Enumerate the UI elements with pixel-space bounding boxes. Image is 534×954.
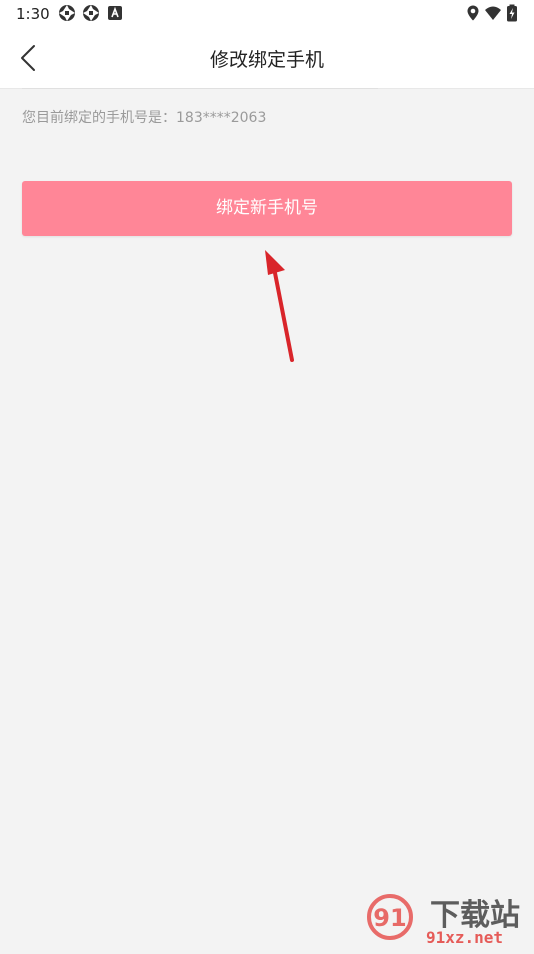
status-bar: 1:30	[0, 0, 534, 28]
annotation-arrow	[265, 250, 294, 362]
svg-text:91: 91	[373, 904, 406, 932]
aperture-icon	[59, 5, 75, 21]
battery-charging-icon	[507, 4, 517, 22]
watermark-url: 91xz.net	[426, 928, 504, 947]
status-time: 1:30	[16, 5, 50, 23]
divider	[22, 88, 378, 89]
watermark-logo: 91 下载站 91xz.net	[366, 888, 534, 950]
page-title: 修改绑定手机	[209, 49, 324, 71]
location-icon	[467, 5, 479, 21]
app-header: 修改绑定手机	[0, 28, 534, 89]
current-phone-info: 您目前绑定的手机号是：183****2063	[22, 110, 267, 126]
wifi-icon	[485, 6, 501, 20]
bind-new-phone-button[interactable]: 绑定新手机号	[22, 181, 512, 236]
a-box-icon	[108, 6, 122, 20]
aperture-icon	[83, 5, 99, 21]
